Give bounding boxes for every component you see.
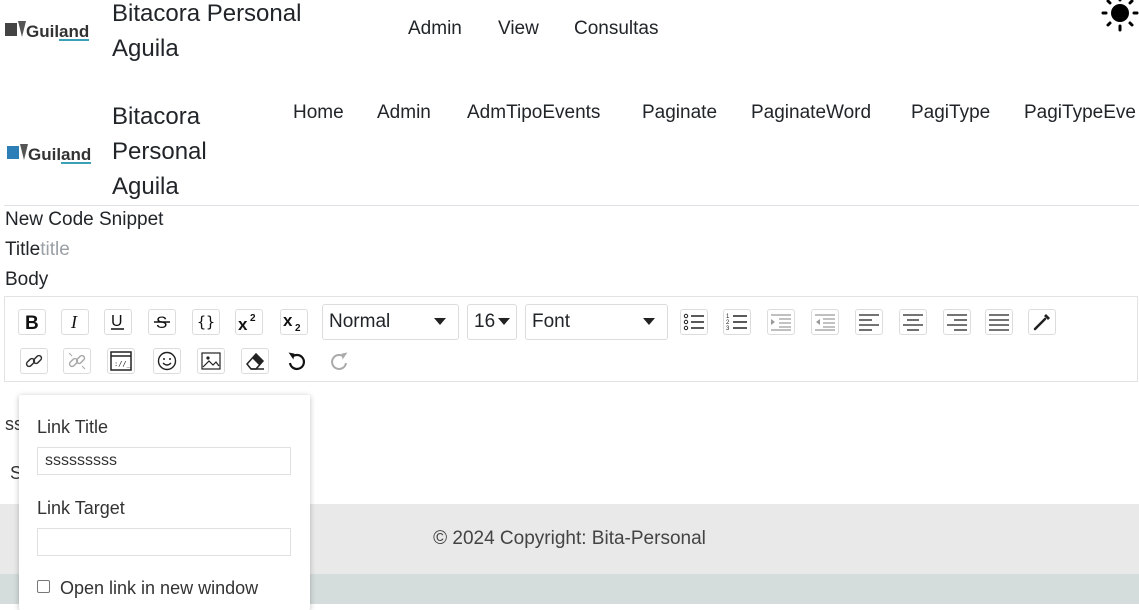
nav-admin[interactable]: Admin: [408, 18, 462, 40]
code-icon[interactable]: {}: [192, 309, 220, 335]
link-icon[interactable]: [20, 348, 48, 374]
font-size-select[interactable]: 16: [467, 304, 517, 340]
link-title-input[interactable]: [37, 447, 291, 475]
svg-text:B: B: [25, 313, 39, 332]
link-title-label: Link Title: [37, 417, 109, 437]
link-target-input[interactable]: [37, 528, 291, 556]
link-target-label: Link Target: [37, 498, 125, 518]
svg-text:{}: {}: [197, 313, 215, 331]
form-heading: New Code Snippet: [5, 209, 164, 230]
font-family-select[interactable]: Font: [525, 304, 668, 340]
unlink-icon[interactable]: [63, 348, 91, 374]
editor-toolbar: B I U S {} x2 x2 Normal 16 Font 123://_: [4, 296, 1138, 382]
justify-icon[interactable]: [985, 309, 1013, 335]
nav-view[interactable]: View: [498, 18, 539, 40]
strikethrough-icon[interactable]: S: [148, 309, 176, 335]
divider: [4, 205, 1139, 206]
svg-text:2: 2: [250, 313, 256, 324]
redo-icon[interactable]: [325, 348, 353, 374]
title-label: Title: [5, 239, 41, 260]
nav-pagitypeeve[interactable]: PagiTypeEve: [1024, 102, 1136, 124]
nav-admtipoevents[interactable]: AdmTipoEvents: [467, 102, 600, 124]
site-brand-secondary[interactable]: Bitacora Personal Aguila: [112, 99, 232, 204]
underline-icon[interactable]: U: [104, 309, 132, 335]
title-input[interactable]: title: [40, 239, 70, 260]
unordered-list-icon[interactable]: [680, 309, 708, 335]
indent-icon[interactable]: [767, 309, 795, 335]
link-popup: Link Title Link Target Open link in new …: [19, 395, 310, 610]
image-icon[interactable]: [197, 348, 225, 374]
embed-icon[interactable]: ://_: [107, 348, 135, 374]
logo-secondary: Guiland: [6, 140, 92, 166]
nav-admin-2[interactable]: Admin: [377, 102, 431, 124]
color-picker-icon[interactable]: [1028, 309, 1056, 335]
sun-icon[interactable]: [1101, 0, 1139, 37]
outdent-icon[interactable]: [811, 309, 839, 335]
svg-text:3: 3: [726, 326, 730, 331]
superscript-icon[interactable]: x2: [235, 309, 263, 335]
nav-paginateword[interactable]: PaginateWord: [751, 102, 871, 124]
ordered-list-icon[interactable]: 123: [723, 309, 751, 335]
chevron-down-icon: [498, 318, 510, 325]
svg-text:://_: ://_: [114, 360, 132, 368]
align-left-icon[interactable]: [855, 309, 883, 335]
svg-text:Guiland: Guiland: [26, 22, 89, 41]
svg-text:U: U: [111, 313, 123, 330]
paragraph-style-select[interactable]: Normal: [322, 304, 459, 340]
new-window-checkbox[interactable]: [37, 580, 50, 593]
title-row: Titletitle: [5, 238, 70, 262]
chevron-down-icon: [434, 318, 446, 325]
svg-text:x: x: [283, 311, 293, 330]
align-right-icon[interactable]: [943, 309, 971, 335]
svg-text:2: 2: [295, 323, 301, 333]
nav-paginate[interactable]: Paginate: [642, 102, 717, 124]
eraser-icon[interactable]: [241, 348, 269, 374]
svg-text:x: x: [238, 315, 248, 332]
undo-icon[interactable]: [283, 348, 311, 374]
italic-icon[interactable]: I: [61, 309, 89, 335]
align-center-icon[interactable]: [899, 309, 927, 335]
body-label: Body: [5, 269, 49, 290]
nav-home[interactable]: Home: [293, 102, 344, 124]
svg-text:I: I: [70, 312, 78, 332]
nav-consultas[interactable]: Consultas: [574, 18, 659, 40]
logo: Guiland: [4, 17, 90, 43]
svg-text:Guiland: Guiland: [28, 145, 91, 164]
bold-icon[interactable]: B: [18, 309, 46, 335]
emoji-icon[interactable]: [153, 348, 181, 374]
site-brand[interactable]: Bitacora Personal Aguila: [112, 0, 332, 66]
subscript-icon[interactable]: x2: [280, 309, 308, 335]
chevron-down-icon: [643, 318, 655, 325]
new-window-label: Open link in new window: [60, 578, 259, 598]
nav-pagitype[interactable]: PagiType: [911, 102, 990, 124]
copyright-text: © 2024 Copyright: Bita-Personal: [433, 528, 706, 549]
